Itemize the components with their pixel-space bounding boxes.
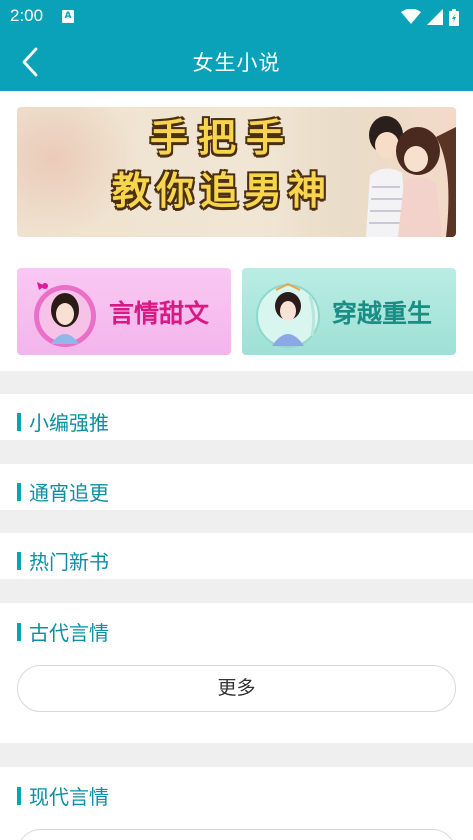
- section-modern-romance: 现代言情: [0, 767, 473, 840]
- banner-line2: 教你追男神: [111, 168, 332, 213]
- section-accent-bar: [17, 482, 21, 501]
- romance-girl-portrait: [34, 282, 96, 347]
- section-editor-picks: 小编强推: [0, 394, 473, 440]
- app-bar: 女生小说: [0, 32, 473, 91]
- section-title: 小编强推: [29, 411, 109, 435]
- section-title: 现代言情: [29, 785, 109, 809]
- category-label: 穿越重生: [332, 299, 433, 328]
- more-button[interactable]: 更多: [17, 665, 456, 712]
- category-label: 言情甜文: [109, 299, 210, 328]
- section-hot-new-books: 热门新书: [0, 533, 473, 579]
- more-button-partial[interactable]: [17, 829, 456, 840]
- notification-a-icon: A: [62, 10, 74, 23]
- banner-text: 手把手 教你追男神: [82, 113, 362, 219]
- section-title: 古代言情: [29, 621, 109, 645]
- couple-illustration: [366, 116, 456, 237]
- page-title: 女生小说: [192, 51, 281, 75]
- category-time-travel-rebirth[interactable]: 穿越重生: [242, 268, 456, 355]
- section-accent-bar: [17, 786, 21, 805]
- status-time: 2:00: [10, 6, 44, 25]
- section-ancient-romance: 古代言情 更多: [0, 603, 473, 743]
- section-all-night-updates: 通宵追更: [0, 464, 473, 510]
- status-bar: 2:00 A: [0, 0, 473, 32]
- section-title: 通宵追更: [29, 481, 109, 505]
- section-accent-bar: [17, 551, 21, 570]
- wifi-icon: [401, 9, 421, 24]
- section-accent-bar: [17, 622, 21, 641]
- section-title: 热门新书: [29, 550, 109, 574]
- signal-icon: [427, 9, 443, 25]
- banner-line1: 手把手: [149, 115, 294, 160]
- category-romance-sweet[interactable]: 言情甜文: [17, 268, 231, 355]
- section-accent-bar: [17, 412, 21, 431]
- battery-icon: [449, 8, 459, 26]
- ancient-girl-portrait: [256, 282, 320, 348]
- promo-banner[interactable]: 手把手 教你追男神: [17, 107, 456, 237]
